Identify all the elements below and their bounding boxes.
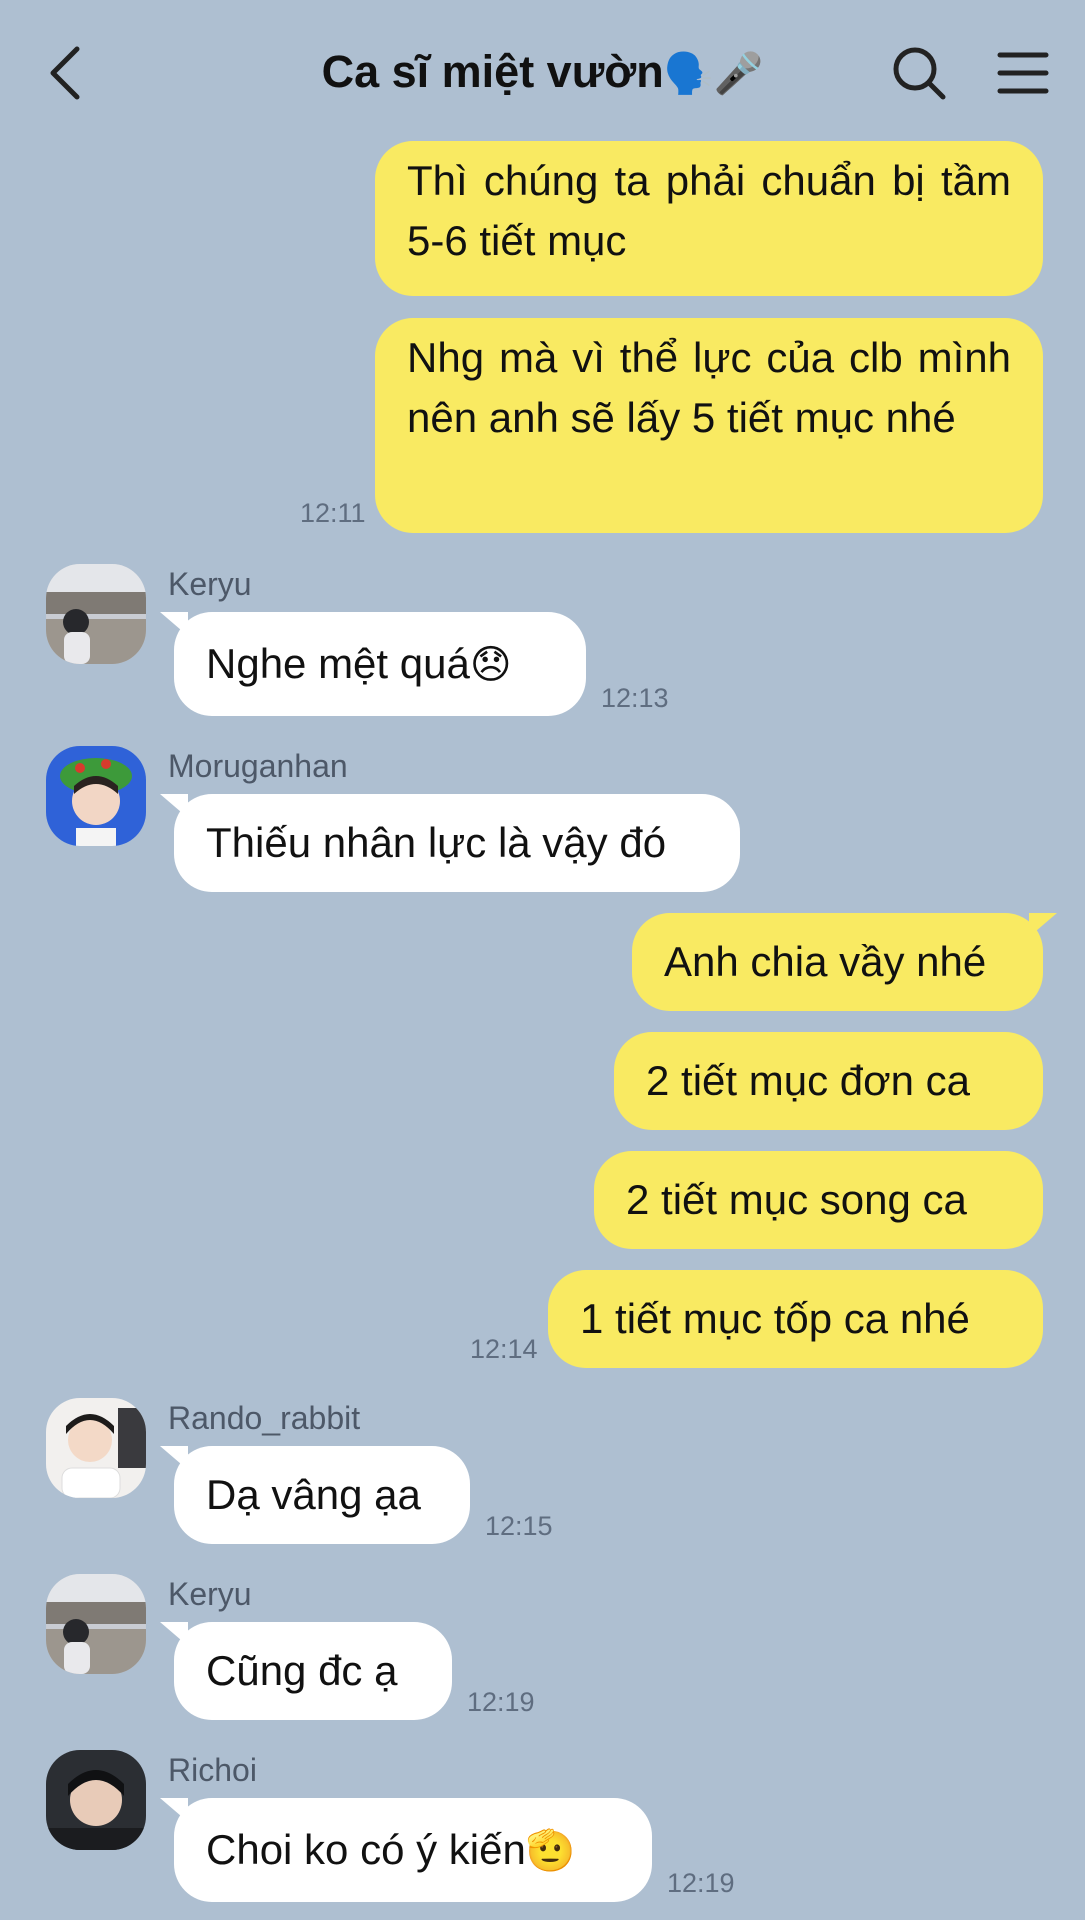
avatar-keryu[interactable] [46, 564, 146, 664]
hamburger-menu-icon [997, 52, 1049, 94]
message-text: 2 tiết mục đơn ca [646, 1057, 971, 1104]
incoming-message[interactable]: Cũng đc ạ [160, 1622, 452, 1720]
sender-name: Keryu [168, 1576, 252, 1612]
incoming-message[interactable]: Choi ko có ý kiến🫡 [160, 1798, 652, 1902]
avatar-richoi[interactable] [46, 1750, 146, 1850]
avatar-image [46, 1574, 146, 1674]
message-text: Thiếu nhân lực là vậy đó [206, 819, 667, 866]
message-text: Cũng đc ạ [206, 1647, 398, 1694]
avatar-moruganhan[interactable] [46, 746, 146, 846]
message-time: 12:19 [467, 1687, 535, 1717]
message-text: 2 tiết mục song ca [626, 1176, 967, 1223]
incoming-message[interactable]: Thiếu nhân lực là vậy đó [160, 794, 740, 892]
message-text: Thì chúng ta phải chuẩn bị tầm 5-6 tiết … [407, 157, 1011, 264]
outgoing-message[interactable]: Nhg mà vì thể lực của clb mình nên anh s… [375, 318, 1043, 533]
message-time: 12:13 [601, 683, 669, 713]
outgoing-message[interactable]: 2 tiết mục đơn ca [614, 1032, 1043, 1130]
outgoing-message[interactable]: 1 tiết mục tốp ca nhé [548, 1270, 1043, 1368]
avatar-image [46, 1398, 146, 1498]
outgoing-message[interactable]: Anh chia vầy nhé [632, 913, 1057, 1011]
avatar-image [46, 564, 146, 664]
incoming-message[interactable]: Nghe mệt quá😞 [160, 612, 586, 716]
message-time: 12:15 [485, 1511, 553, 1541]
sender-name: Richoi [168, 1752, 257, 1788]
incoming-message[interactable]: Dạ vâng ạa [160, 1446, 470, 1544]
message-text: Nhg mà vì thể lực của clb mình nên anh s… [407, 334, 1011, 441]
chat-title: Ca sĩ miệt vườn🗣️🎤 [160, 40, 925, 104]
message-text: Choi ko có ý kiến [206, 1826, 526, 1873]
sender-name: Rando_rabbit [168, 1400, 361, 1436]
chevron-left-icon [50, 46, 80, 100]
message-text: Nghe mệt quá [206, 640, 470, 687]
avatar-keryu[interactable] [46, 1574, 146, 1674]
message-text: 1 tiết mục tốp ca nhé [580, 1295, 970, 1342]
search-button[interactable] [884, 38, 954, 108]
back-button[interactable] [30, 38, 100, 108]
saluting-face-icon: 🫡 [525, 1829, 576, 1873]
chat-title-text: Ca sĩ miệt vườn [321, 46, 664, 97]
outgoing-message[interactable]: 2 tiết mục song ca [594, 1151, 1043, 1249]
outgoing-message[interactable]: Thì chúng ta phải chuẩn bị tầm 5-6 tiết … [375, 141, 1043, 296]
avatar-rando-rabbit[interactable] [46, 1398, 146, 1498]
chat-title-emojis: 🗣️🎤 [663, 52, 764, 96]
message-text: Dạ vâng ạa [206, 1471, 421, 1518]
avatar-image [46, 746, 146, 846]
sender-name: Moruganhan [168, 748, 348, 784]
sender-name: Keryu [168, 566, 252, 602]
message-text: Anh chia vầy nhé [664, 938, 987, 985]
avatar-image [46, 1750, 146, 1850]
message-time: 12:14 [470, 1334, 538, 1364]
search-icon [893, 47, 946, 100]
message-time: 12:19 [667, 1868, 735, 1898]
disappointed-face-icon: 😞 [469, 643, 512, 687]
menu-button[interactable] [988, 38, 1058, 108]
message-time: 12:11 [300, 498, 366, 528]
chat-header: Ca sĩ miệt vườn🗣️🎤 [0, 0, 1085, 140]
